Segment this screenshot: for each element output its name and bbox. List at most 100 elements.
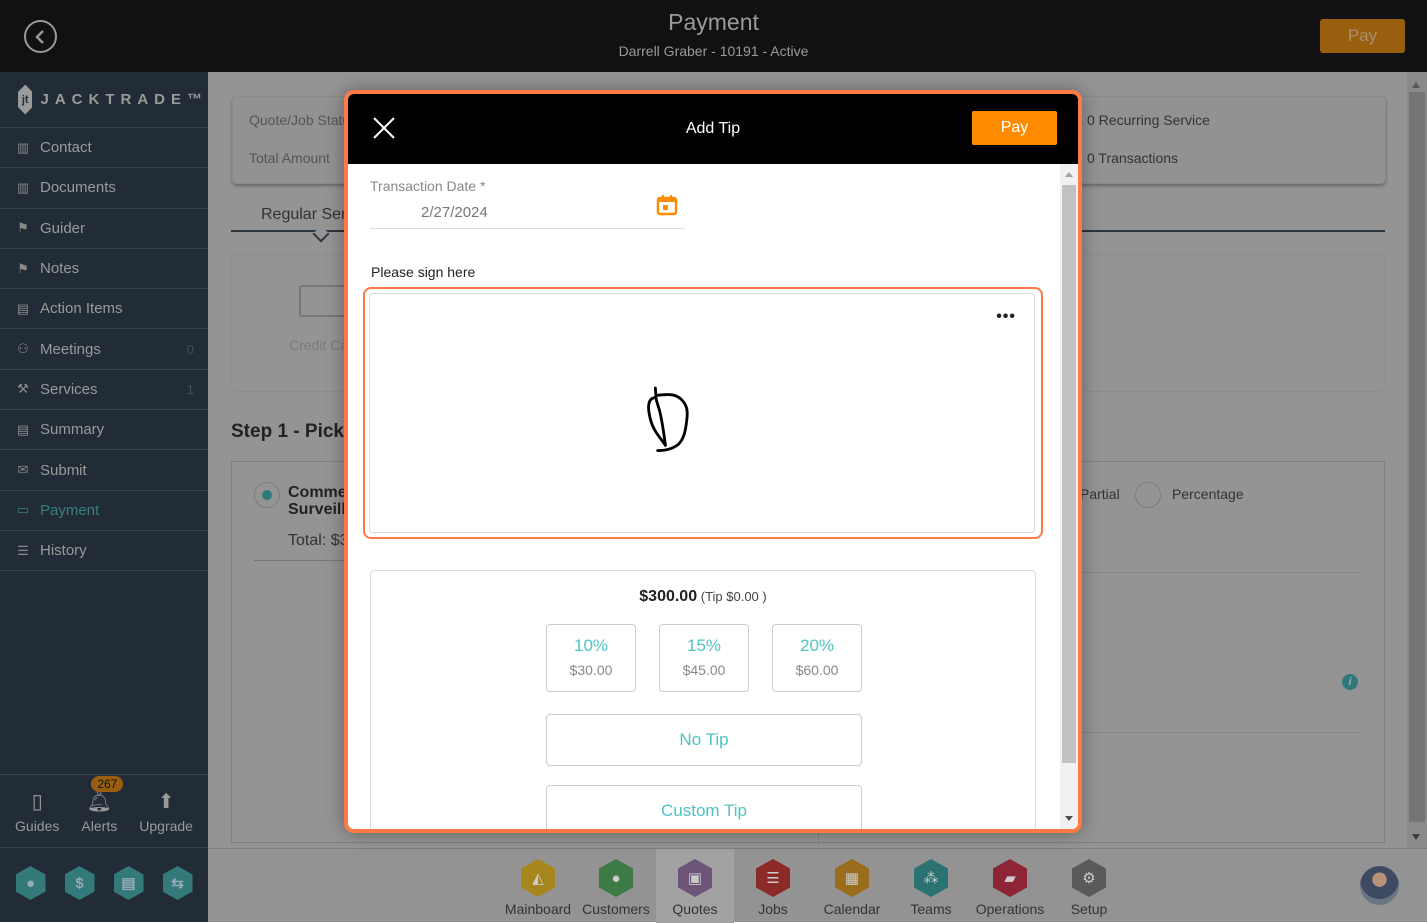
sidebar-item-meetings[interactable]: ⚇ Meetings 0 (0, 329, 208, 370)
tip-option-20[interactable]: 20% $60.00 (772, 624, 862, 692)
sidebar-item-count: 1 (186, 381, 194, 397)
modal-pay-button[interactable]: Pay (972, 111, 1057, 145)
jobs-icon: ☰ (756, 859, 790, 897)
setup-icon: ⚙ (1072, 859, 1106, 897)
tip-amount: $45.00 (682, 662, 726, 678)
guides-button[interactable]: ▯ Guides (15, 788, 59, 834)
tip-percent: 20% (799, 636, 835, 655)
brand-logo: jt JACKTRADE™ (0, 72, 208, 128)
page-scrollbar[interactable] (1407, 72, 1427, 848)
workflow-icon[interactable]: ⇆ (162, 866, 193, 900)
tab-indicator (312, 225, 330, 243)
recurring-count: 0 Recurring Service (1087, 112, 1210, 128)
sidebar-item-history[interactable]: ☰ History (0, 531, 208, 572)
sidebar-item-label: Action Items (40, 300, 123, 318)
sidebar-utilities: ▯ Guides 267 🔔︎ Alerts ⬆ Upgrade ● $ ▤ ⇆ (0, 774, 208, 900)
sidebar-item-services[interactable]: ⚒ Services 1 (0, 370, 208, 411)
tip-percent: 15% (686, 636, 722, 655)
bottom-nav-label: Teams (910, 901, 952, 917)
transactions-count: 0 Transactions (1087, 150, 1179, 166)
documents-icon: ▥ (16, 179, 30, 195)
top-bar: Payment Darrell Graber - 10191 - Active … (0, 0, 1427, 72)
bottom-nav-mainboard[interactable]: ◭ Mainboard (499, 849, 577, 923)
sidebar-item-payment[interactable]: ▭ Payment (0, 491, 208, 531)
signpost-icon: ⚑ (17, 260, 29, 276)
signature-highlight: ••• (363, 287, 1043, 539)
info-icon[interactable]: i (1342, 674, 1358, 690)
alerts-button[interactable]: 267 🔔︎ Alerts (81, 776, 124, 834)
sidebar-item-count: 0 (186, 341, 194, 357)
page-scrollbar-thumb[interactable] (1409, 92, 1425, 822)
partial-option-label: Partial (1080, 486, 1120, 502)
percentage-radio[interactable] (1135, 482, 1161, 508)
sidebar-item-notes[interactable]: ⚑ Notes (0, 249, 208, 290)
modal-body: Transaction Date * 2/27/2024 Please sign… (348, 164, 1058, 829)
customers-icon: ● (599, 859, 633, 897)
sidebar-item-label: Contact (40, 139, 92, 157)
header-pay-button[interactable]: Pay (1320, 19, 1405, 53)
clipboard-icon: ▤ (16, 300, 30, 316)
alerts-label: Alerts (81, 818, 118, 834)
calendar-icon[interactable] (656, 194, 678, 216)
scroll-down-icon[interactable] (1412, 834, 1420, 840)
summary-icon: ▤ (16, 421, 30, 437)
total-label: Total Amount (249, 150, 330, 166)
custom-tip-button[interactable]: Custom Tip (546, 785, 862, 829)
dollar-icon[interactable]: $ (64, 866, 95, 900)
signature-label: Please sign here (371, 264, 476, 280)
upgrade-label: Upgrade (139, 818, 193, 834)
percentage-option-label: Percentage (1172, 486, 1244, 502)
bottom-nav-jobs[interactable]: ☰ Jobs (734, 849, 812, 923)
arrow-up-icon: ⬆ (157, 791, 175, 813)
tip-panel: $300.00 (Tip $0.00 ) 10% $30.00 15% $45.… (370, 570, 1036, 829)
sidebar-item-label: Meetings (40, 340, 101, 358)
transaction-date-label: Transaction Date * (370, 178, 486, 194)
signature-pad[interactable]: ••• (369, 293, 1035, 533)
sidebar-item-label: Documents (40, 179, 116, 197)
bottom-nav: ◭ Mainboard ● Customers ▣ Quotes ☰ Jobs ▦ Calenda… (208, 848, 1427, 923)
guides-label: Guides (15, 818, 60, 834)
sidebar-item-summary[interactable]: ▤ Summary (0, 410, 208, 451)
sidebar-item-action-items[interactable]: ▤ Action Items (0, 289, 208, 330)
sidebar-item-guider[interactable]: ⚑ Guider (0, 209, 208, 249)
scroll-up-icon[interactable] (1065, 172, 1073, 177)
page-subtitle: Darrell Graber - 10191 - Active (618, 43, 809, 59)
sidebar-item-label: History (40, 542, 87, 560)
bottom-nav-quotes[interactable]: ▣ Quotes (656, 849, 734, 923)
jacktrade-logo-icon: jt (18, 84, 33, 115)
bottom-nav-teams[interactable]: ⁂ Teams (892, 849, 970, 923)
bottom-nav-operations[interactable]: ▰ Operations (971, 849, 1049, 923)
tip-option-15[interactable]: 15% $45.00 (659, 624, 749, 692)
sidebar-item-contact[interactable]: ▥ Contact (0, 128, 208, 169)
tip-option-10[interactable]: 10% $30.00 (546, 624, 636, 692)
modal-scrollbar[interactable] (1060, 164, 1078, 829)
no-tip-button[interactable]: No Tip (546, 714, 862, 766)
bottom-nav-label: Mainboard (504, 901, 572, 917)
more-options-icon[interactable]: ••• (996, 308, 1016, 326)
transaction-date-input[interactable]: 2/27/2024 (421, 204, 488, 221)
sidebar-item-label: Payment (40, 501, 100, 519)
modal-scrollbar-thumb[interactable] (1062, 185, 1076, 763)
scroll-down-icon[interactable] (1065, 816, 1073, 821)
bottom-nav-customers[interactable]: ● Customers (577, 849, 655, 923)
sidebar-item-label: Summary (40, 421, 105, 439)
user-icon[interactable]: ● (15, 866, 46, 900)
signature-stroke (647, 386, 689, 452)
scroll-up-icon[interactable] (1412, 82, 1420, 88)
quotes-icon: ▣ (678, 859, 712, 897)
meetings-icon: ⚇ (17, 341, 29, 357)
date-underline (370, 228, 685, 229)
sidebar-item-submit[interactable]: ✉ Submit (0, 450, 208, 491)
user-avatar[interactable] (1360, 866, 1399, 905)
alerts-badge: 267 (91, 776, 124, 792)
sidebar-item-label: Submit (40, 461, 87, 479)
sidebar-item-documents[interactable]: ▥ Documents (0, 168, 208, 209)
bottom-nav-calendar[interactable]: ▦ Calendar (813, 849, 891, 923)
sidebar-item-label: Notes (40, 260, 80, 278)
bottom-nav-label: Jobs (758, 901, 788, 917)
upgrade-button[interactable]: ⬆ Upgrade (139, 788, 193, 834)
services-icon: ⚒ (17, 381, 29, 397)
money-icon[interactable]: ▤ (113, 866, 144, 900)
bottom-nav-setup[interactable]: ⚙ Setup (1050, 849, 1128, 923)
service-radio[interactable] (254, 482, 280, 508)
